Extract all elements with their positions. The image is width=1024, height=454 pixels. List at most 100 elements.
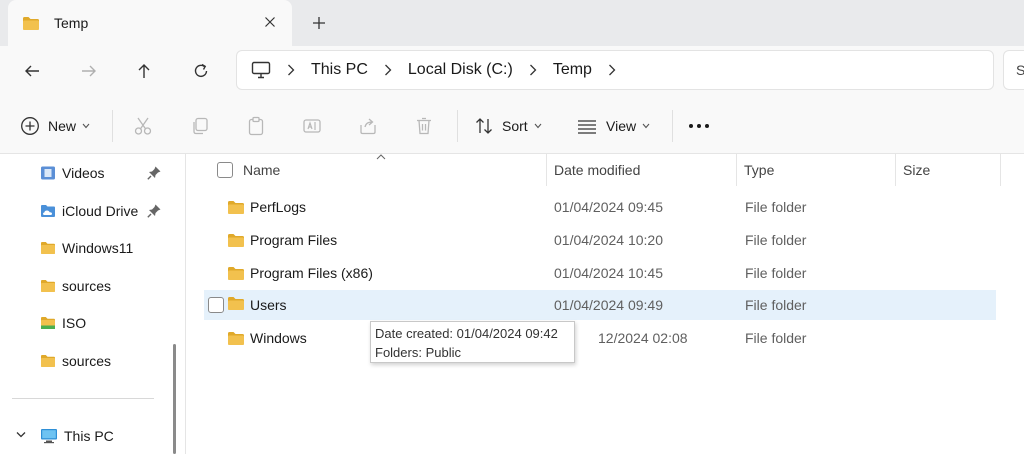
sidebar-item-label: Windows11 <box>62 240 134 256</box>
sidebar-item-label: This PC <box>64 428 114 444</box>
forward-button[interactable] <box>73 55 105 87</box>
refresh-button[interactable] <box>185 55 217 87</box>
back-button[interactable] <box>16 55 48 87</box>
breadcrumb-temp[interactable]: Temp <box>553 61 592 79</box>
sidebar-item-sources[interactable]: sources <box>40 271 170 301</box>
file-type: File folder <box>745 297 807 313</box>
breadcrumb-local-disk[interactable]: Local Disk (C:) <box>408 61 513 79</box>
chevron-right-icon <box>384 64 392 76</box>
file-type: File folder <box>745 330 807 346</box>
sidebar-item-iso[interactable]: ISO <box>40 308 170 338</box>
folder-icon <box>228 332 244 345</box>
sidebar-item-windows11[interactable]: Windows11 <box>40 233 170 263</box>
sidebar-item-label: sources <box>62 353 112 369</box>
chevron-down-icon[interactable] <box>16 431 26 439</box>
folder-icon <box>23 16 39 30</box>
breadcrumb-separator[interactable] <box>384 64 392 76</box>
file-name: Program Files <box>250 232 338 248</box>
toolbar-divider <box>672 110 673 142</box>
paste-button[interactable] <box>246 110 266 142</box>
file-type: File folder <box>745 232 807 248</box>
trash-icon <box>417 117 431 135</box>
sidebar-item-label: ISO <box>62 315 87 331</box>
toolbar-divider <box>457 110 458 142</box>
sidebar-item-this-pc[interactable]: This PC <box>40 421 170 451</box>
breadcrumb-this-pc[interactable]: This PC <box>311 61 368 79</box>
share-button[interactable] <box>358 110 378 142</box>
column-header-name[interactable]: Name <box>243 154 280 186</box>
new-tab-button[interactable] <box>306 10 332 36</box>
clipboard-icon <box>248 116 264 136</box>
arrow-up-icon <box>138 64 150 78</box>
cut-button[interactable] <box>133 110 153 142</box>
file-type: File folder <box>745 265 807 281</box>
file-name: PerfLogs <box>250 199 307 215</box>
monitor-icon <box>251 61 271 79</box>
breadcrumb-separator[interactable] <box>287 64 295 76</box>
file-date: 01/04/2024 09:49 <box>554 297 663 313</box>
breadcrumb-separator[interactable] <box>608 64 616 76</box>
table-row[interactable]: Windows 12/2024 02:08 File folder <box>204 323 996 353</box>
plus-icon <box>313 17 325 29</box>
command-bar: New Sort View <box>0 98 1024 154</box>
breadcrumb-separator[interactable] <box>529 64 537 76</box>
select-all-checkbox[interactable] <box>217 162 233 178</box>
search-input[interactable]: S <box>1003 50 1024 90</box>
share-icon <box>360 118 376 135</box>
column-divider[interactable] <box>546 154 547 186</box>
new-button[interactable]: New <box>20 110 90 142</box>
sort-button[interactable]: Sort <box>474 110 542 142</box>
close-tab-button[interactable] <box>258 10 282 34</box>
tab-temp[interactable]: Temp <box>8 0 292 46</box>
file-list: Name Date modified Type Size PerfLogs 01… <box>186 154 1024 454</box>
chevron-right-icon <box>529 64 537 76</box>
folder-icon <box>228 201 244 214</box>
sidebar-item-label: iCloud Drive <box>62 203 139 219</box>
arrow-left-icon <box>25 65 39 77</box>
address-bar[interactable]: This PC Local Disk (C:) Temp <box>236 50 994 90</box>
column-divider[interactable] <box>736 154 737 186</box>
column-divider[interactable] <box>1000 154 1001 186</box>
sidebar-item-sources-2[interactable]: sources <box>40 346 170 376</box>
column-header-type[interactable]: Type <box>744 154 774 186</box>
row-checkbox[interactable] <box>208 297 224 313</box>
sidebar-item-label: sources <box>62 278 112 294</box>
sort-icon <box>476 118 492 134</box>
delete-button[interactable] <box>414 110 434 142</box>
view-list-icon <box>578 120 596 134</box>
file-date: 01/04/2024 09:45 <box>554 199 663 215</box>
plus-circle-icon <box>21 117 39 135</box>
table-row[interactable]: PerfLogs 01/04/2024 09:45 File folder <box>204 192 996 222</box>
chevron-down-icon <box>534 123 542 129</box>
file-tooltip: Date created: 01/04/2024 09:42 Folders: … <box>370 321 575 363</box>
pin-icon[interactable] <box>146 165 162 181</box>
copy-button[interactable] <box>190 110 210 142</box>
column-header-date-modified[interactable]: Date modified <box>554 154 640 186</box>
table-row[interactable]: Users 01/04/2024 09:49 File folder <box>204 290 996 320</box>
sidebar-scrollbar[interactable] <box>173 344 176 454</box>
table-row[interactable]: Program Files (x86) 01/04/2024 10:45 Fil… <box>204 258 996 288</box>
rename-button[interactable] <box>302 110 322 142</box>
more-options-button[interactable] <box>688 110 710 142</box>
navigation-bar: This PC Local Disk (C:) Temp S <box>0 46 1024 98</box>
file-date: 12/2024 02:08 <box>598 330 688 346</box>
pin-icon[interactable] <box>146 203 162 219</box>
folder-icon <box>228 234 244 247</box>
chevron-down-icon <box>642 123 650 129</box>
tab-title: Temp <box>54 15 89 31</box>
view-button[interactable]: View <box>576 110 650 142</box>
folder-icon <box>228 267 244 280</box>
column-divider[interactable] <box>895 154 896 186</box>
column-header-size[interactable]: Size <box>903 154 930 186</box>
view-button-label: View <box>606 118 637 134</box>
file-name: Program Files (x86) <box>250 265 373 281</box>
sidebar-divider <box>12 398 154 399</box>
tooltip-folders: Folders: Public <box>375 345 461 360</box>
file-name: Users <box>250 297 287 313</box>
table-row[interactable]: Program Files 01/04/2024 10:20 File fold… <box>204 225 996 255</box>
up-button[interactable] <box>128 55 160 87</box>
file-date: 01/04/2024 10:20 <box>554 232 663 248</box>
chevron-right-icon <box>608 64 616 76</box>
folder-icon <box>41 280 55 292</box>
sort-ascending-indicator <box>376 154 386 160</box>
